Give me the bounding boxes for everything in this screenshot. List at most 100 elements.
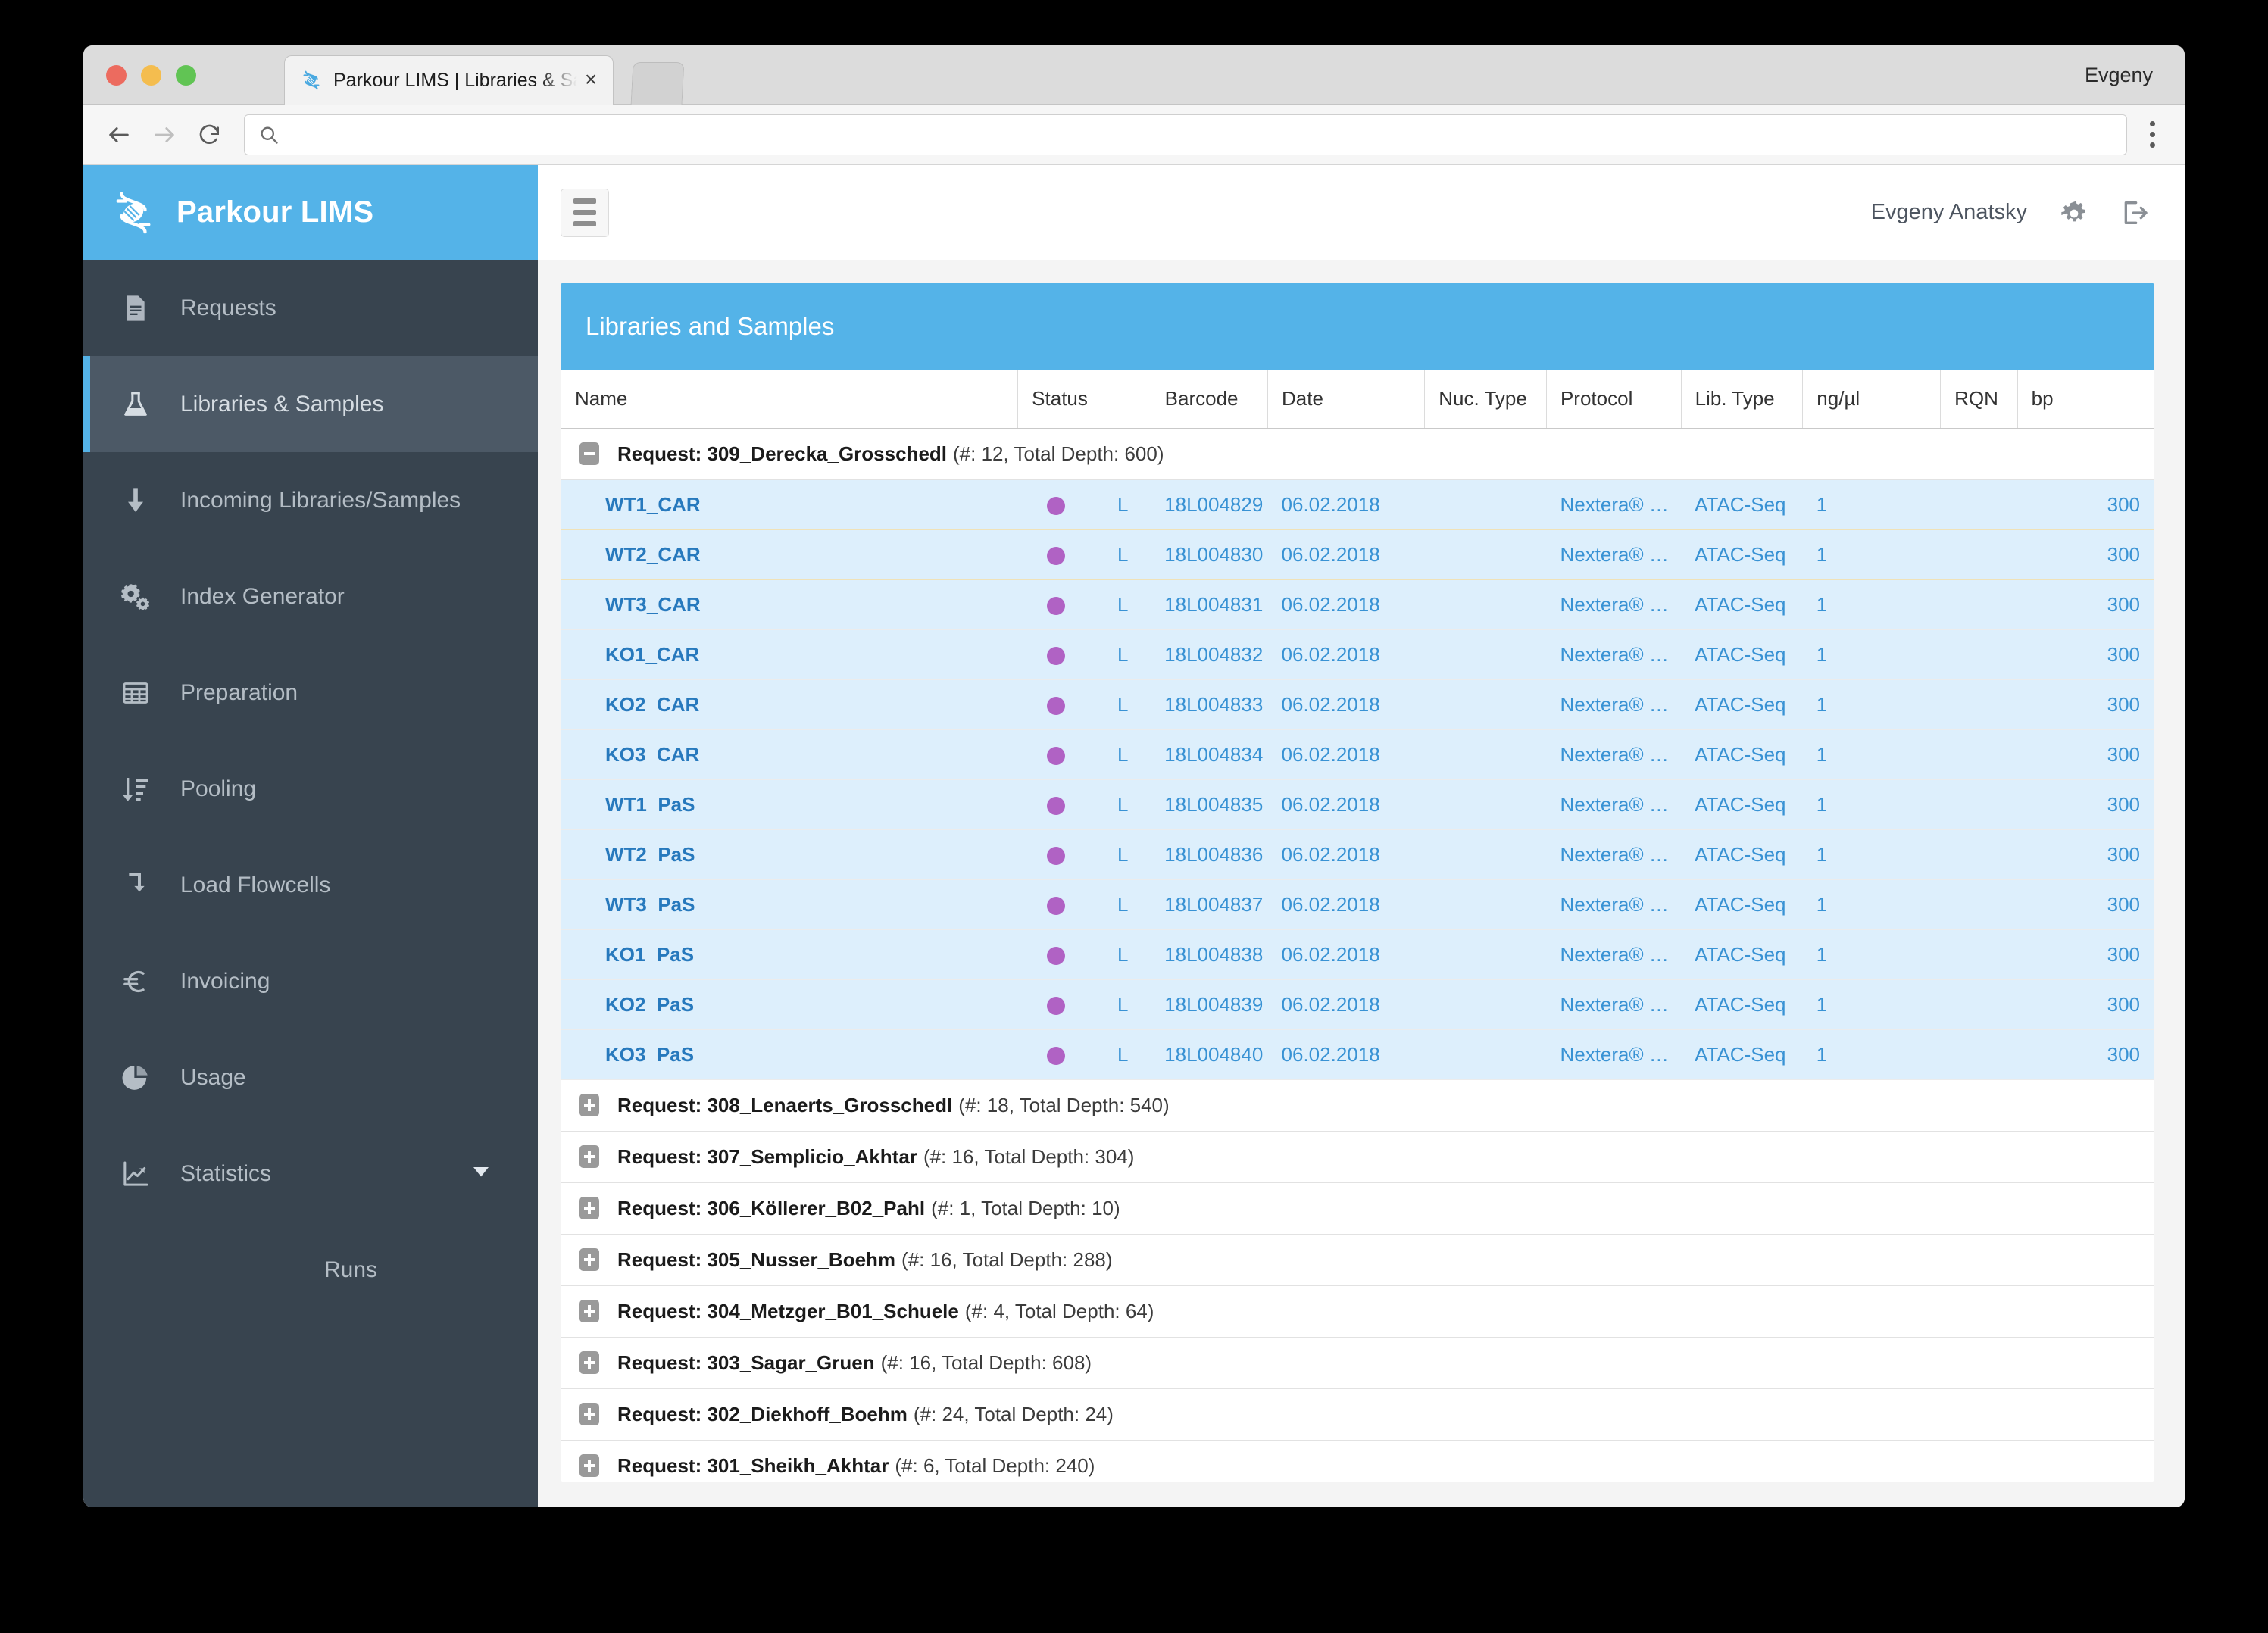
cell-barcode[interactable]: 18L004832 <box>1151 629 1268 680</box>
column-header-bp[interactable]: bp <box>2017 370 2154 429</box>
expand-group-icon[interactable] <box>579 1300 599 1322</box>
column-header-name[interactable]: Name <box>561 370 1019 429</box>
cell-barcode[interactable]: 18L004839 <box>1151 979 1268 1030</box>
gear-icon[interactable] <box>2059 198 2089 228</box>
expand-group-icon[interactable] <box>579 1351 599 1374</box>
logout-icon[interactable] <box>2120 198 2150 228</box>
browser-menu-icon[interactable] <box>2135 114 2170 155</box>
request-group-row[interactable]: Request: 303_Sagar_Gruen (#: 16, Total De… <box>561 1337 2154 1389</box>
column-header-date[interactable]: Date <box>1267 370 1426 429</box>
request-group-row[interactable]: Request: 305_Nusser_Boehm (#: 16, Total D… <box>561 1234 2154 1286</box>
cell-barcode[interactable]: 18L004838 <box>1151 929 1268 980</box>
cell-barcode[interactable]: 18L004836 <box>1151 829 1268 880</box>
request-group-cell[interactable]: Request: 304_Metzger_B01_Schuele (#: 4, T… <box>561 1285 2154 1338</box>
request-group-row[interactable]: Request: 302_Diekhoff_Boehm (#: 24, Total… <box>561 1388 2154 1441</box>
cell-barcode[interactable]: 18L004835 <box>1151 779 1268 830</box>
column-header-barcode[interactable]: Barcode <box>1151 370 1269 429</box>
chevron-down-icon[interactable] <box>470 1160 492 1188</box>
sidebar-item-preparation[interactable]: Preparation <box>83 645 538 741</box>
request-group-row[interactable]: Request: 301_Sheikh_Akhtar (#: 6, Total D… <box>561 1440 2154 1482</box>
cell-name[interactable]: WT2_PaS <box>561 829 1018 880</box>
request-group-cell[interactable]: Request: 302_Diekhoff_Boehm (#: 24, Total… <box>561 1388 2154 1441</box>
request-group-row[interactable]: Request: 306_Köllerer_B02_Pahl (#: 1, Tot… <box>561 1182 2154 1235</box>
browser-tab-active[interactable]: Parkour LIMS | Libraries & Sam × <box>284 55 614 105</box>
request-group-cell[interactable]: Request: 305_Nusser_Boehm (#: 16, Total D… <box>561 1234 2154 1286</box>
table-row[interactable]: WT2_CAR L 18L004830 06.02.2018 Nextera® … ATA… <box>561 529 2154 580</box>
table-row[interactable]: WT3_PaS L 18L004837 06.02.2018 Nextera® … ATA… <box>561 879 2154 930</box>
reload-button[interactable] <box>189 114 230 155</box>
column-header-rqn[interactable]: RQN <box>1940 370 2018 429</box>
expand-group-icon[interactable] <box>579 1403 599 1425</box>
expand-group-icon[interactable] <box>579 1248 599 1271</box>
request-group-cell[interactable]: Request: 309_Derecka_Grosschedl (#: 12, T… <box>561 428 2154 480</box>
cell-barcode[interactable]: 18L004829 <box>1151 479 1268 530</box>
cell-name[interactable]: KO3_CAR <box>561 729 1018 780</box>
column-header-lib-type[interactable]: Lib. Type <box>1681 370 1804 429</box>
browser-profile-name[interactable]: Evgeny <box>2085 64 2153 87</box>
cell-name[interactable]: KO1_CAR <box>561 629 1018 680</box>
sidebar-item-incoming-libraries-samples[interactable]: Incoming Libraries/Samples <box>83 452 538 548</box>
sidebar-item-load-flowcells[interactable]: Load Flowcells <box>83 837 538 933</box>
table-row[interactable]: KO3_PaS L 18L004840 06.02.2018 Nextera® … ATA… <box>561 1029 2154 1080</box>
maximize-window-button[interactable] <box>176 65 196 86</box>
request-group-row[interactable]: Request: 309_Derecka_Grosschedl (#: 12, T… <box>561 428 2154 480</box>
table-row[interactable]: WT1_PaS L 18L004835 06.02.2018 Nextera® … ATA… <box>561 779 2154 830</box>
column-header-protocol[interactable]: Protocol <box>1546 370 1682 429</box>
cell-name[interactable]: WT3_PaS <box>561 879 1018 930</box>
request-group-row[interactable]: Request: 304_Metzger_B01_Schuele (#: 4, T… <box>561 1285 2154 1338</box>
sidebar-item-index-generator[interactable]: Index Generator <box>83 548 538 645</box>
column-header-nuc-type[interactable]: Nuc. Type <box>1424 370 1547 429</box>
sidebar-item-requests[interactable]: Requests <box>83 260 538 356</box>
request-group-row[interactable]: Request: 307_Semplicio_Akhtar (#: 16, Tot… <box>561 1131 2154 1183</box>
back-button[interactable] <box>98 114 139 155</box>
request-group-row[interactable]: Request: 308_Lenaerts_Grosschedl (#: 18, … <box>561 1079 2154 1132</box>
table-row[interactable]: KO1_CAR L 18L004832 06.02.2018 Nextera® … ATA… <box>561 629 2154 680</box>
request-group-cell[interactable]: Request: 303_Sagar_Gruen (#: 16, Total De… <box>561 1337 2154 1389</box>
request-group-cell[interactable]: Request: 307_Semplicio_Akhtar (#: 16, Tot… <box>561 1131 2154 1183</box>
cell-name[interactable]: KO2_CAR <box>561 679 1018 730</box>
column-header-blank[interactable] <box>1095 370 1151 429</box>
background-tab[interactable] <box>630 62 685 105</box>
cell-barcode[interactable]: 18L004840 <box>1151 1029 1268 1080</box>
close-tab-icon[interactable]: × <box>579 69 602 92</box>
cell-barcode[interactable]: 18L004837 <box>1151 879 1268 930</box>
request-group-cell[interactable]: Request: 301_Sheikh_Akhtar (#: 6, Total D… <box>561 1440 2154 1482</box>
expand-group-icon[interactable] <box>579 1094 599 1116</box>
sidebar-item-pooling[interactable]: Pooling <box>83 741 538 837</box>
cell-name[interactable]: KO1_PaS <box>561 929 1018 980</box>
expand-group-icon[interactable] <box>579 1197 599 1219</box>
expand-group-icon[interactable] <box>579 1454 599 1477</box>
column-header-ng-ul[interactable]: ng/µl <box>1802 370 1942 429</box>
column-header-status[interactable]: Status <box>1017 370 1095 429</box>
cell-barcode[interactable]: 18L004830 <box>1151 529 1268 580</box>
minimize-window-button[interactable] <box>141 65 161 86</box>
sidebar-subitem-runs[interactable]: Runs <box>83 1222 538 1318</box>
request-group-cell[interactable]: Request: 306_Köllerer_B02_Pahl (#: 1, Tot… <box>561 1182 2154 1235</box>
table-row[interactable]: KO2_CAR L 18L004833 06.02.2018 Nextera® … ATA… <box>561 679 2154 730</box>
cell-barcode[interactable]: 18L004833 <box>1151 679 1268 730</box>
table-row[interactable]: KO3_CAR L 18L004834 06.02.2018 Nextera® … ATA… <box>561 729 2154 780</box>
sidebar-item-usage[interactable]: Usage <box>83 1029 538 1126</box>
menu-toggle-button[interactable] <box>561 188 609 237</box>
cell-name[interactable]: WT1_CAR <box>561 479 1018 530</box>
url-bar[interactable] <box>244 114 2127 155</box>
table-row[interactable]: WT2_PaS L 18L004836 06.02.2018 Nextera® … ATA… <box>561 829 2154 880</box>
expand-group-icon[interactable] <box>579 1145 599 1168</box>
cell-barcode[interactable]: 18L004834 <box>1151 729 1268 780</box>
cell-name[interactable]: WT3_CAR <box>561 579 1018 630</box>
forward-button[interactable] <box>144 114 185 155</box>
sidebar-item-libraries-samples[interactable]: Libraries & Samples <box>83 356 538 452</box>
sidebar-item-statistics[interactable]: Statistics <box>83 1126 538 1222</box>
close-window-button[interactable] <box>106 65 127 86</box>
request-group-cell[interactable]: Request: 308_Lenaerts_Grosschedl (#: 18, … <box>561 1079 2154 1132</box>
cell-name[interactable]: WT2_CAR <box>561 529 1018 580</box>
collapse-group-icon[interactable] <box>579 442 599 465</box>
cell-name[interactable]: WT1_PaS <box>561 779 1018 830</box>
table-row[interactable]: WT1_CAR L 18L004829 06.02.2018 Nextera® … ATA… <box>561 479 2154 530</box>
sidebar-item-invoicing[interactable]: Invoicing <box>83 933 538 1029</box>
table-row[interactable]: KO1_PaS L 18L004838 06.02.2018 Nextera® … ATA… <box>561 929 2154 980</box>
table-row[interactable]: KO2_PaS L 18L004839 06.02.2018 Nextera® … ATA… <box>561 979 2154 1030</box>
cell-name[interactable]: KO3_PaS <box>561 1029 1018 1080</box>
table-row[interactable]: WT3_CAR L 18L004831 06.02.2018 Nextera® … ATA… <box>561 579 2154 630</box>
cell-barcode[interactable]: 18L004831 <box>1151 579 1268 630</box>
